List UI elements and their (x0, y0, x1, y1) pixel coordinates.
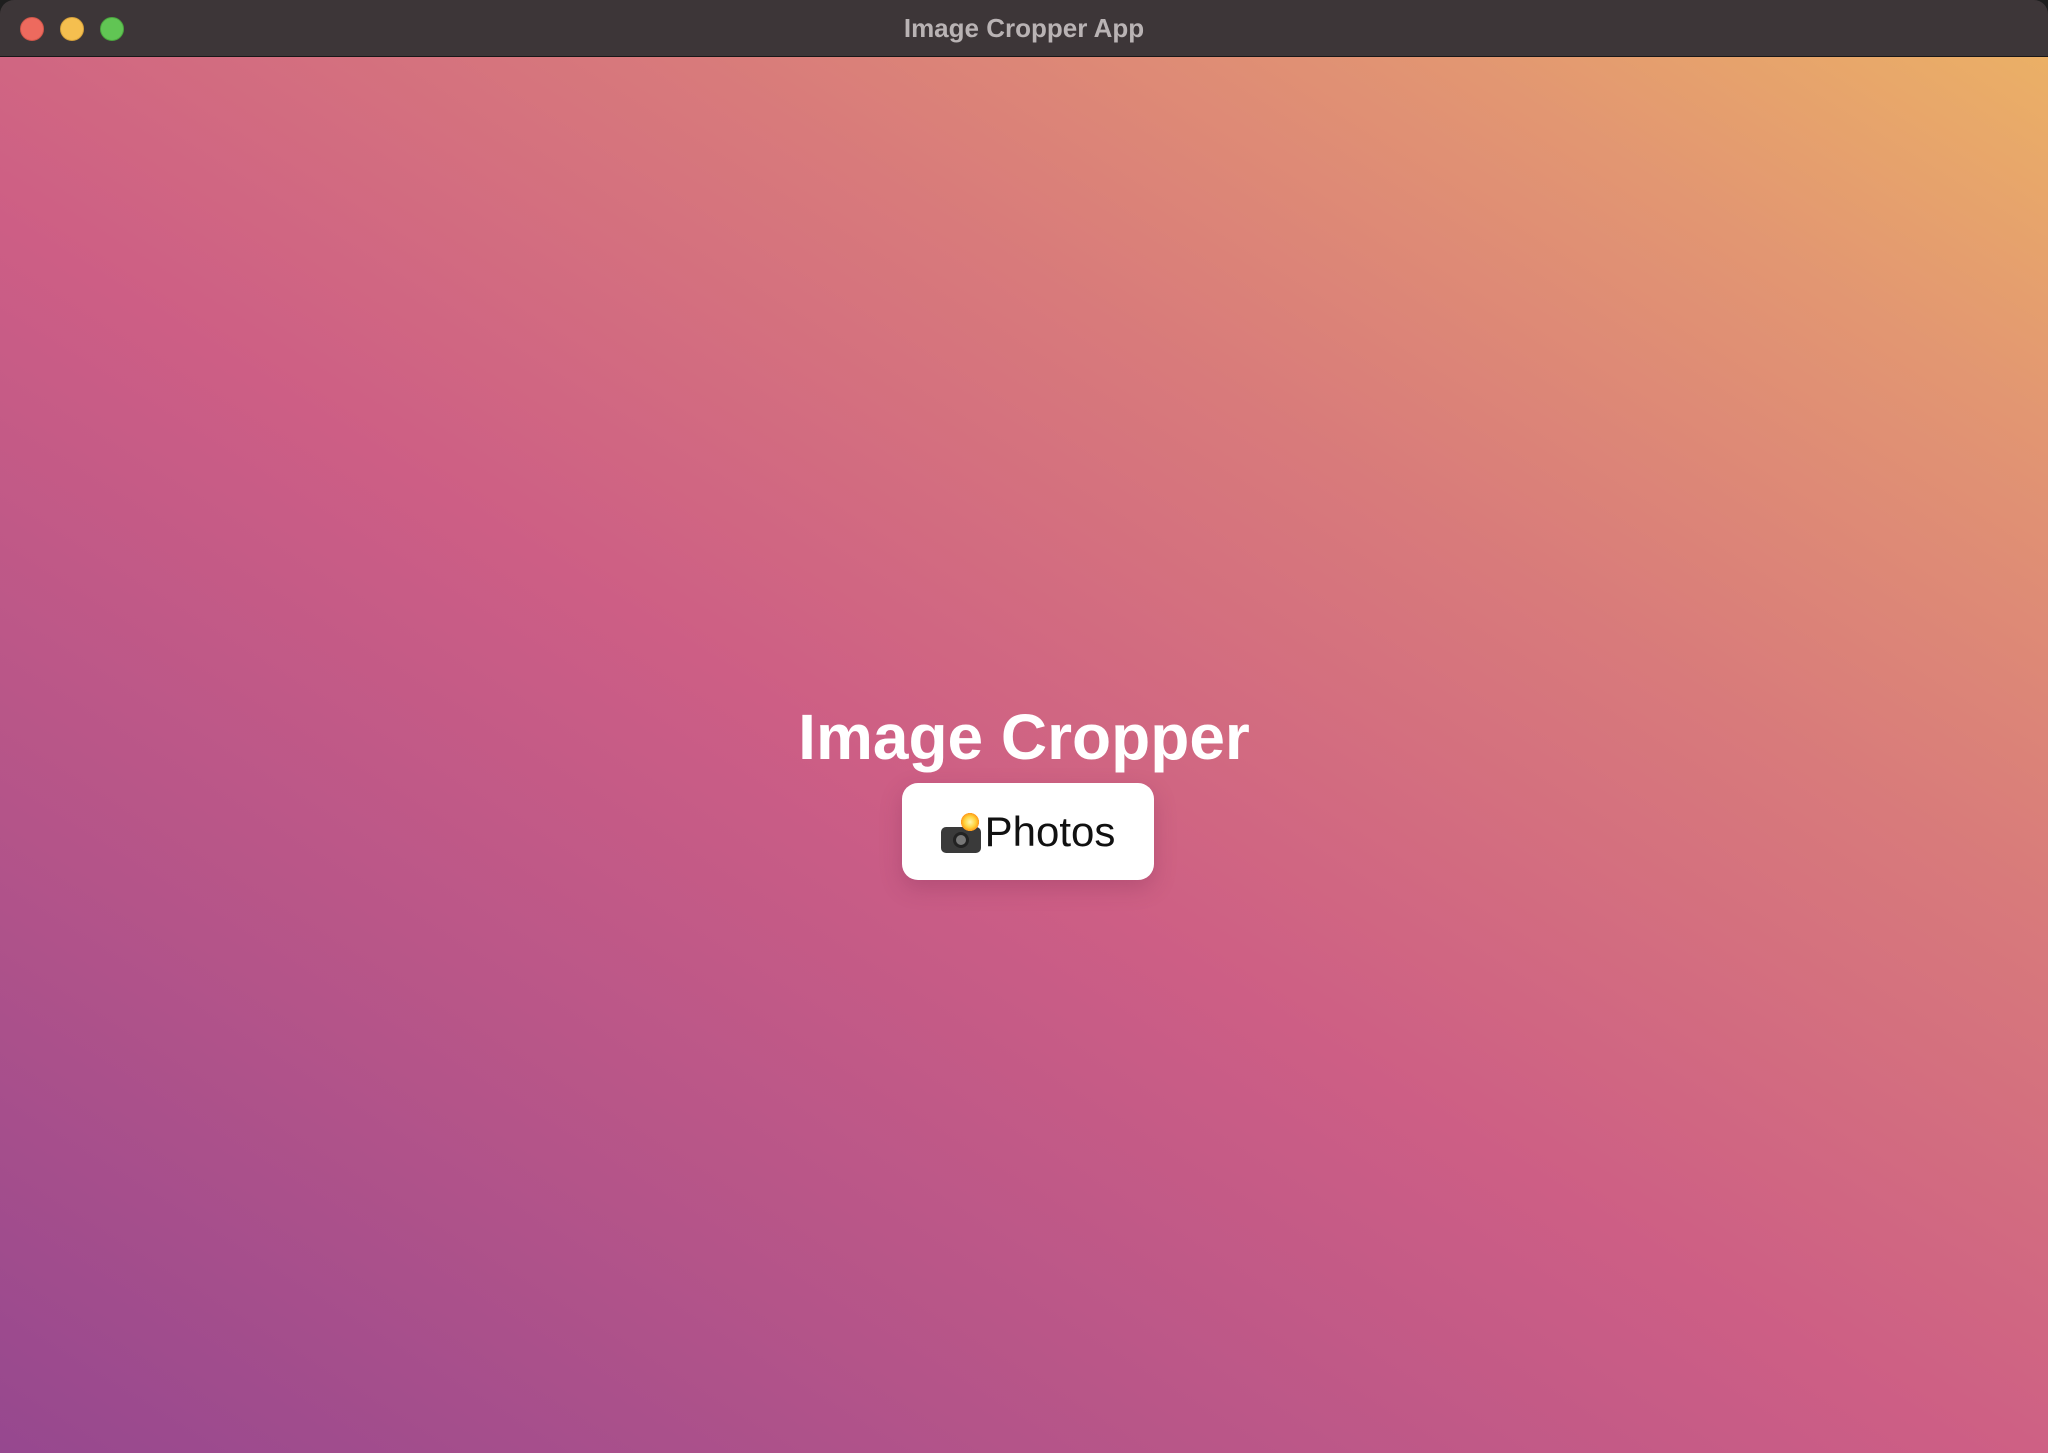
main-content: Image Cropper Photos (0, 57, 2048, 1453)
photos-button[interactable]: Photos (902, 783, 1154, 880)
title-bar[interactable]: Image Cropper App (0, 0, 2048, 57)
window-title: Image Cropper App (903, 13, 1145, 43)
app-window: Image Cropper App Image Cropper Photos (0, 0, 2048, 1453)
page-title: Image Cropper (798, 701, 1250, 773)
photos-button-label: Photos (984, 807, 1116, 855)
camera-flash-icon (940, 812, 981, 853)
